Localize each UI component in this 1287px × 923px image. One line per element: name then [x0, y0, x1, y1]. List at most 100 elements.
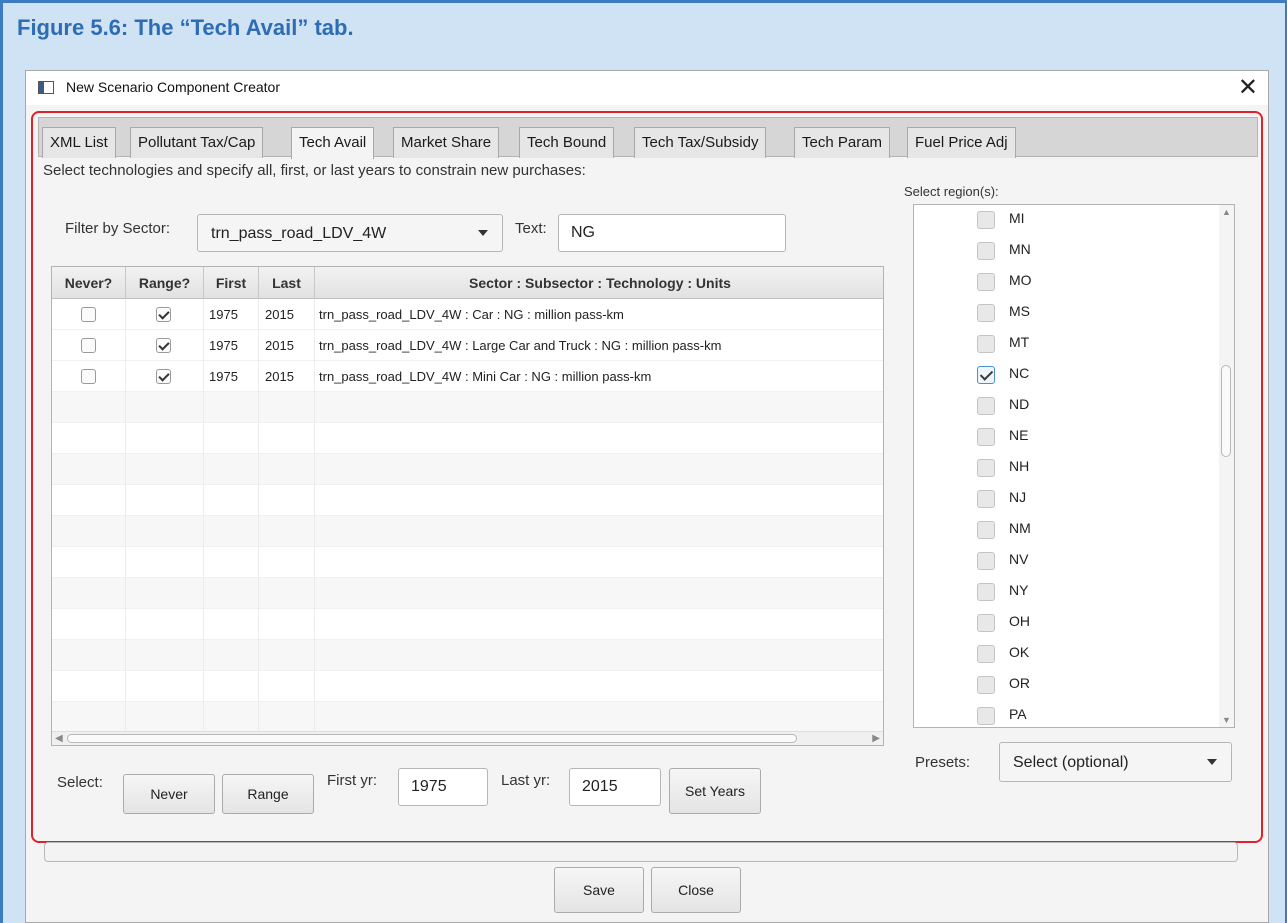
region-checkbox[interactable] [977, 614, 995, 632]
presets-dropdown[interactable]: Select (optional) [999, 742, 1232, 782]
tab-pollutant-tax-cap[interactable]: Pollutant Tax/Cap [130, 127, 264, 158]
first-year-cell: 1975 [204, 330, 259, 361]
technology-description-cell: trn_pass_road_LDV_4W : Car : NG : millio… [319, 307, 624, 322]
never-checkbox[interactable] [81, 369, 96, 384]
region-checkbox[interactable] [977, 242, 995, 260]
region-item-oh[interactable]: OH [914, 608, 1219, 639]
range-checkbox[interactable] [156, 307, 171, 322]
tab-market-share[interactable]: Market Share [393, 127, 500, 158]
region-name: OR [1009, 675, 1030, 691]
empty-row [52, 485, 883, 516]
range-checkbox[interactable] [156, 369, 171, 384]
region-name: NC [1009, 365, 1030, 381]
range-cell [126, 361, 204, 392]
region-checkbox[interactable] [977, 335, 995, 353]
region-checkbox[interactable] [977, 273, 995, 291]
region-item-mi[interactable]: MI [914, 205, 1219, 236]
tab-tech-bound[interactable]: Tech Bound [519, 127, 615, 158]
region-checkbox[interactable] [977, 304, 995, 322]
scrollbar-thumb[interactable] [1221, 365, 1231, 457]
empty-row [52, 454, 883, 485]
select-label: Select: [57, 774, 103, 791]
region-item-ne[interactable]: NE [914, 422, 1219, 453]
col-header-never[interactable]: Never? [52, 267, 126, 299]
region-checkbox[interactable] [977, 366, 995, 384]
table-row[interactable]: 1975 2015 trn_pass_road_LDV_4W : Large C… [52, 330, 883, 361]
first-year-label: First yr: [327, 772, 377, 789]
col-header-description[interactable]: Sector : Subsector : Technology : Units [315, 267, 883, 299]
tab-xml-list[interactable]: XML List [42, 127, 116, 158]
region-checkbox[interactable] [977, 676, 995, 694]
table-header: Never? Range? First Last Sector : Subsec… [52, 267, 883, 299]
table-row[interactable]: 1975 2015 trn_pass_road_LDV_4W : Car : N… [52, 299, 883, 330]
range-checkbox[interactable] [156, 338, 171, 353]
region-item-nj[interactable]: NJ [914, 484, 1219, 515]
region-item-ms[interactable]: MS [914, 298, 1219, 329]
region-item-mo[interactable]: MO [914, 267, 1219, 298]
last-year-input[interactable]: 2015 [569, 768, 661, 806]
close-window-icon[interactable]: ✕ [1238, 73, 1258, 102]
region-item-mn[interactable]: MN [914, 236, 1219, 267]
app-window: New Scenario Component Creator ✕ XML Lis… [25, 70, 1269, 923]
empty-row [52, 702, 883, 733]
region-checkbox[interactable] [977, 397, 995, 415]
scroll-right-icon[interactable]: ▶ [872, 733, 880, 744]
never-button[interactable]: Never [123, 774, 215, 814]
region-name: MO [1009, 272, 1032, 288]
empty-row [52, 423, 883, 454]
tab-tech-param[interactable]: Tech Param [794, 127, 891, 158]
tab-tech-tax-subsidy[interactable]: Tech Tax/Subsidy [634, 127, 767, 158]
sector-filter-dropdown[interactable]: trn_pass_road_LDV_4W [197, 214, 503, 252]
region-checkbox[interactable] [977, 490, 995, 508]
tab-fuel-price-adj[interactable]: Fuel Price Adj [907, 127, 1016, 158]
save-button[interactable]: Save [554, 867, 644, 913]
figure-caption-bar: Figure 5.6: The “Tech Avail” tab. [0, 0, 1287, 60]
scroll-up-icon[interactable]: ▲ [1222, 207, 1231, 217]
table-row[interactable]: 1975 2015 trn_pass_road_LDV_4W : Mini Ca… [52, 361, 883, 392]
empty-row [52, 671, 883, 702]
region-item-nm[interactable]: NM [914, 515, 1219, 546]
region-checkbox[interactable] [977, 707, 995, 725]
text-filter-input[interactable]: NG [558, 214, 786, 252]
tab-tech-avail[interactable]: Tech Avail [291, 127, 375, 159]
close-button[interactable]: Close [651, 867, 741, 913]
scroll-down-icon[interactable]: ▼ [1222, 715, 1231, 725]
region-name: ND [1009, 396, 1030, 412]
region-item-mt[interactable]: MT [914, 329, 1219, 360]
technology-table: Never? Range? First Last Sector : Subsec… [51, 266, 884, 746]
region-item-nc[interactable]: NC [914, 360, 1219, 391]
select-regions-label: Select region(s): [904, 184, 999, 199]
region-item-nh[interactable]: NH [914, 453, 1219, 484]
horizontal-scrollbar[interactable]: ◀ ▶ [52, 731, 883, 745]
col-header-last[interactable]: Last [259, 267, 315, 299]
region-item-nv[interactable]: NV [914, 546, 1219, 577]
last-year-cell: 2015 [259, 361, 315, 392]
region-checkbox[interactable] [977, 552, 995, 570]
region-name: OK [1009, 644, 1030, 660]
region-item-nd[interactable]: ND [914, 391, 1219, 422]
col-header-range[interactable]: Range? [126, 267, 204, 299]
scrollbar-thumb[interactable] [67, 734, 797, 743]
never-checkbox[interactable] [81, 307, 96, 322]
presets-label: Presets: [915, 754, 971, 771]
col-header-first[interactable]: First [204, 267, 259, 299]
region-item-pa[interactable]: PA [914, 701, 1219, 727]
region-checkbox[interactable] [977, 521, 995, 539]
region-checkbox[interactable] [977, 583, 995, 601]
region-checkbox[interactable] [977, 428, 995, 446]
region-item-ok[interactable]: OK [914, 639, 1219, 670]
region-item-or[interactable]: OR [914, 670, 1219, 701]
set-years-button[interactable]: Set Years [669, 768, 761, 814]
region-checkbox[interactable] [977, 211, 995, 229]
vertical-scrollbar[interactable]: ▲ ▼ [1219, 205, 1234, 727]
region-checkbox[interactable] [977, 645, 995, 663]
range-cell [126, 299, 204, 330]
region-item-ny[interactable]: NY [914, 577, 1219, 608]
figure-left-border [0, 0, 3, 923]
never-checkbox[interactable] [81, 338, 96, 353]
region-checkbox[interactable] [977, 459, 995, 477]
scroll-left-icon[interactable]: ◀ [55, 733, 63, 744]
first-year-input[interactable]: 1975 [398, 768, 488, 806]
range-button[interactable]: Range [222, 774, 314, 814]
region-name: NE [1009, 427, 1029, 443]
